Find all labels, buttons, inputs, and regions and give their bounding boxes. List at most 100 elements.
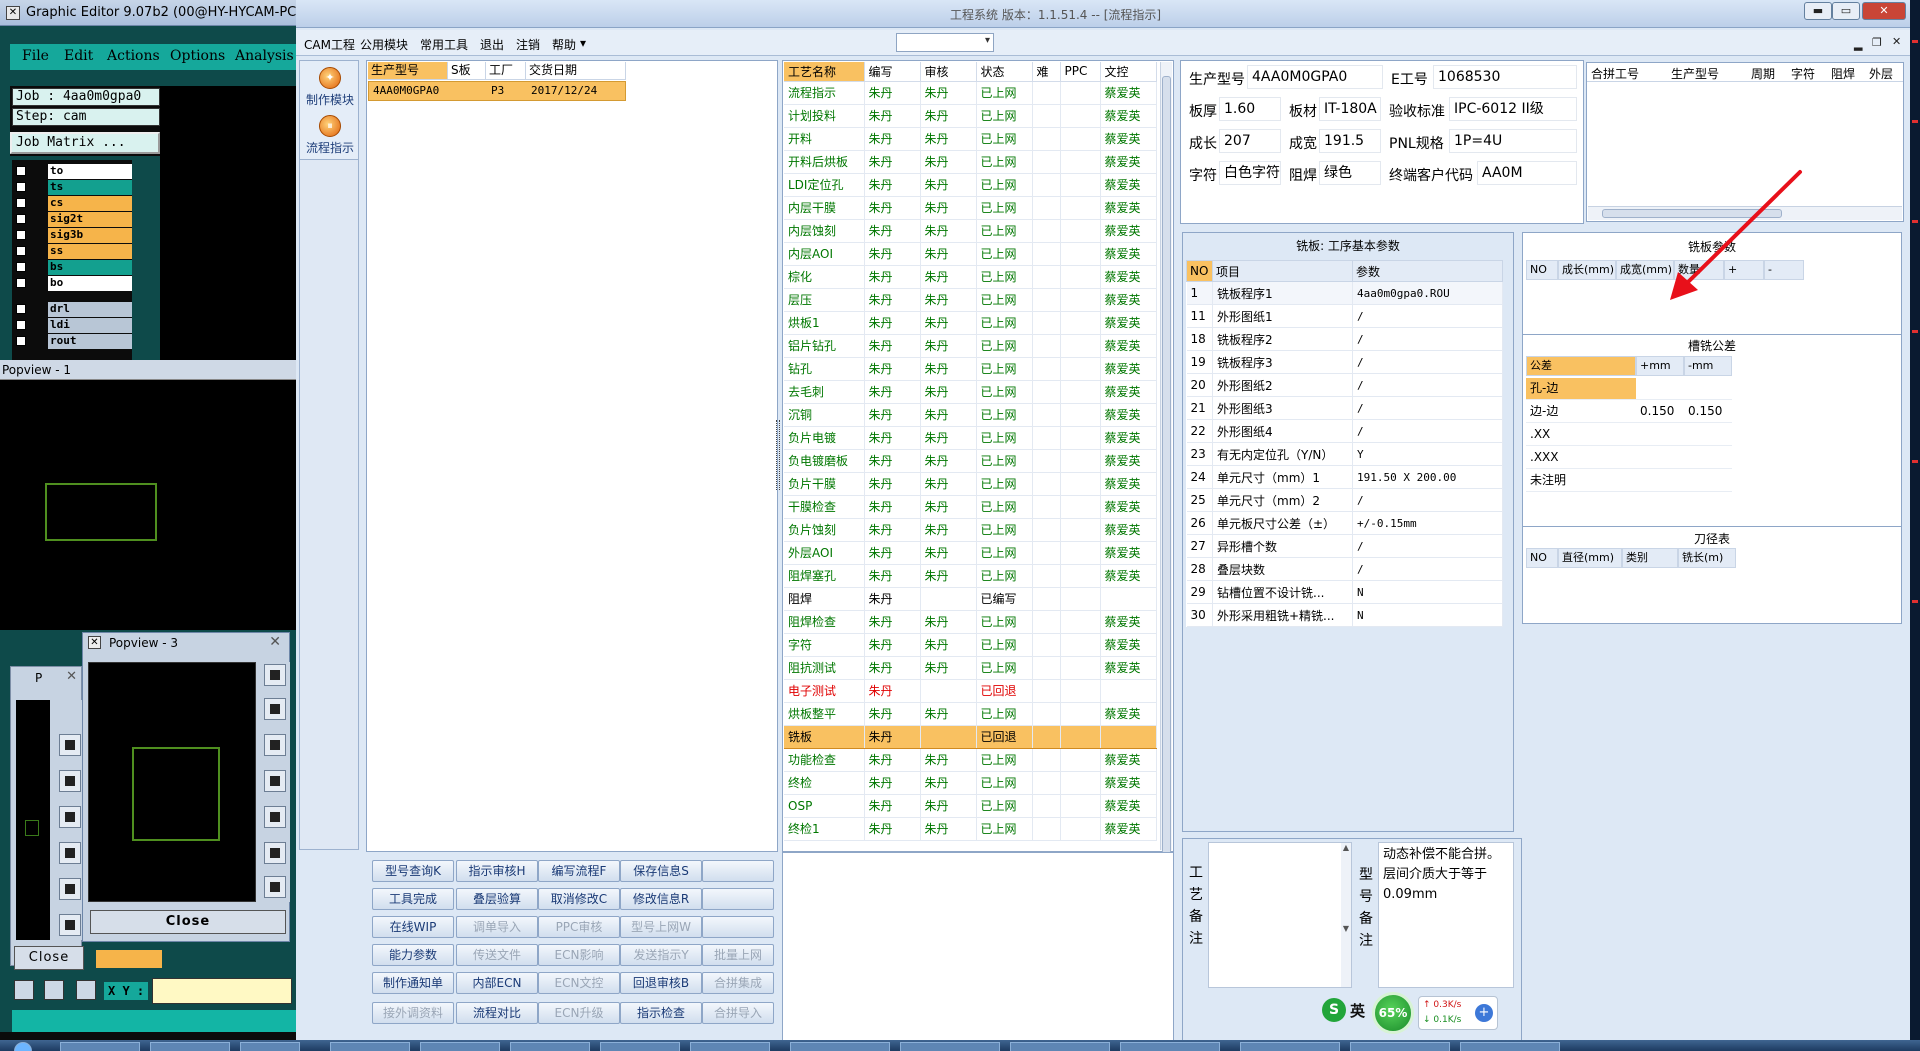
field-char[interactable]: 白色字符 xyxy=(1219,161,1281,185)
col-no[interactable]: NO xyxy=(1186,260,1213,282)
process-row[interactable]: 铝片钻孔 朱丹 朱丹 已上网 蔡爱英 xyxy=(784,334,1157,358)
col-ppc[interactable]: PPC xyxy=(1060,62,1101,82)
menu-edit[interactable]: Edit xyxy=(64,48,93,64)
mill-row[interactable]: 20 外形图纸2/ xyxy=(1186,373,1503,397)
taskbar-item[interactable] xyxy=(790,1042,890,1051)
scrollbar-thumb[interactable] xyxy=(1162,76,1171,856)
grid-icon[interactable] xyxy=(76,980,96,1000)
menu-cam[interactable]: CAM工程 xyxy=(304,36,355,53)
layer-name[interactable]: rout xyxy=(48,334,132,349)
action-button[interactable]: 指示审核H xyxy=(456,860,538,882)
col-no[interactable]: NO xyxy=(1526,548,1558,568)
menu-exit[interactable]: 退出 xyxy=(480,36,504,53)
col-combine-model[interactable]: 生产型号 xyxy=(1671,65,1719,82)
taskbar-item[interactable] xyxy=(1120,1042,1220,1051)
layer-row[interactable]: ts xyxy=(14,180,132,195)
process-row[interactable]: 负电镀磨板 朱丹 朱丹 已上网 蔡爱英 xyxy=(784,449,1157,473)
col-combine-outer[interactable]: 外层 xyxy=(1869,65,1893,82)
field-thickness[interactable]: 1.60 xyxy=(1219,97,1281,121)
taskbar-item[interactable] xyxy=(510,1042,590,1051)
taskbar-item[interactable] xyxy=(1350,1042,1450,1051)
mill-row[interactable]: 26 单元板尺寸公差（±） +/-0.15mm xyxy=(1186,511,1503,535)
mill-row[interactable]: 19 铣板程序3/ xyxy=(1186,350,1503,374)
popview-2-close-button[interactable]: Close xyxy=(14,946,84,970)
menu-logout[interactable]: 注销 xyxy=(516,36,540,53)
process-row[interactable]: 计划投料 朱丹 朱丹 已上网 蔡爱英 xyxy=(784,104,1157,128)
taskbar-item[interactable] xyxy=(900,1042,1000,1051)
action-button[interactable]: 工具完成 xyxy=(372,888,454,910)
menu-actions[interactable]: Actions xyxy=(107,48,160,64)
menu-analysis[interactable]: Analysis xyxy=(235,48,294,64)
cell-tol-minus[interactable]: 0.150 xyxy=(1684,401,1732,423)
process-row[interactable]: 负片蚀刻 朱丹 朱丹 已上网 蔡爱英 xyxy=(784,518,1157,542)
field-model[interactable]: 4AA0M0GPA0 xyxy=(1247,65,1383,89)
mill-row[interactable]: 21 外形图纸3/ xyxy=(1186,396,1503,420)
taskbar-item[interactable] xyxy=(600,1042,680,1051)
taskbar-item[interactable] xyxy=(1010,1042,1110,1051)
layer-name[interactable]: sig3b xyxy=(48,228,132,243)
redraw-icon[interactable] xyxy=(264,842,286,864)
layer-name[interactable]: sig2t xyxy=(48,212,132,227)
process-row[interactable]: 负片电镀 朱丹 朱丹 已上网 蔡爱英 xyxy=(784,426,1157,450)
field-mask[interactable]: 绿色 xyxy=(1319,161,1381,185)
layer-row[interactable]: bs xyxy=(14,260,132,275)
close-icon[interactable]: ✕ xyxy=(1862,2,1906,20)
taskbar-item[interactable] xyxy=(420,1042,500,1051)
process-row[interactable]: 去毛刺 朱丹 朱丹 已上网 蔡爱英 xyxy=(784,380,1157,404)
layer-checkbox[interactable] xyxy=(16,262,26,272)
layer-row[interactable]: cs xyxy=(14,196,132,211)
col-mill-length[interactable]: 铣长(m) xyxy=(1678,548,1736,568)
mdi-close-icon[interactable]: ✕ xyxy=(1892,35,1901,48)
process-row[interactable]: 沉铜 朱丹 朱丹 已上网 蔡爱英 xyxy=(784,403,1157,427)
zoom-out-icon[interactable] xyxy=(264,806,286,828)
measure-icon[interactable] xyxy=(44,980,64,1000)
col-no[interactable]: NO xyxy=(1526,260,1558,280)
minimize-icon[interactable]: ▬ xyxy=(1804,2,1832,20)
plus-icon[interactable]: + xyxy=(1475,1004,1493,1022)
process-row[interactable]: 阻焊 朱丹 已编写 xyxy=(784,587,1157,611)
process-row[interactable]: 层压 朱丹 朱丹 已上网 蔡爱英 xyxy=(784,288,1157,312)
grid-icon[interactable] xyxy=(264,876,286,898)
process-row[interactable]: 阻焊检查 朱丹 朱丹 已上网 蔡爱英 xyxy=(784,610,1157,634)
process-row[interactable]: OSP 朱丹 朱丹 已上网 蔡爱英 xyxy=(784,794,1157,818)
process-row[interactable]: 内层蚀刻 朱丹 朱丹 已上网 蔡爱英 xyxy=(784,219,1157,243)
cell-tol-minus[interactable] xyxy=(1684,470,1732,492)
action-button[interactable]: 指示检查 xyxy=(620,1002,702,1024)
layer-checkbox[interactable] xyxy=(16,246,26,256)
layer-checkbox[interactable] xyxy=(16,166,26,176)
action-button[interactable]: ECN升级 xyxy=(538,1002,620,1024)
layer-name[interactable]: to xyxy=(48,164,132,179)
action-button[interactable]: 取消修改C xyxy=(538,888,620,910)
process-row[interactable]: 内层AOI 朱丹 朱丹 已上网 蔡爱英 xyxy=(784,242,1157,266)
process-row[interactable]: 铣板 朱丹 已回退 xyxy=(784,724,1157,749)
process-scrollbar[interactable] xyxy=(1160,62,1172,856)
process-row[interactable]: 外层AOI 朱丹 朱丹 已上网 蔡爱英 xyxy=(784,541,1157,565)
menu-common-module[interactable]: 公用模块 xyxy=(360,36,408,53)
layer-name[interactable]: ldi xyxy=(48,318,132,333)
action-button[interactable] xyxy=(702,916,774,938)
action-button[interactable] xyxy=(702,888,774,910)
layer-row[interactable]: bo xyxy=(14,276,132,291)
process-remark-textarea[interactable]: ▲ ▼ xyxy=(1208,842,1352,988)
menu-combobox[interactable] xyxy=(896,33,994,52)
menu-file[interactable]: File xyxy=(22,48,49,64)
col-writer[interactable]: 编写 xyxy=(864,62,921,82)
layer-row[interactable]: drl xyxy=(14,302,132,317)
mill-row[interactable]: 22 外形图纸4/ xyxy=(1186,419,1503,443)
process-row[interactable]: 阻焊塞孔 朱丹 朱丹 已上网 蔡爱英 xyxy=(784,564,1157,588)
action-button[interactable]: 接外调资料 xyxy=(372,1002,454,1024)
mill-row[interactable]: 29 钻槽位置不设计铣... N xyxy=(1186,580,1503,604)
action-button[interactable]: 型号查询K xyxy=(372,860,454,882)
process-row[interactable]: 流程指示 朱丹 朱丹 已上网 蔡爱英 xyxy=(784,81,1157,105)
action-button[interactable]: 叠层验算 xyxy=(456,888,538,910)
mill-row[interactable]: 18 铣板程序2/ xyxy=(1186,327,1503,351)
layer-row[interactable]: sig3b xyxy=(14,228,132,243)
mill-row[interactable]: 1 铣板程序1 4aa0m0gpa0.ROU xyxy=(1186,281,1503,305)
select-icon[interactable] xyxy=(14,980,34,1000)
col-type[interactable]: 类别 xyxy=(1622,548,1678,568)
layer-name[interactable]: cs xyxy=(48,196,132,211)
action-button[interactable]: ECN影响 xyxy=(538,944,620,966)
action-button[interactable]: 流程对比 xyxy=(456,1002,538,1024)
process-row[interactable]: 电子测试 朱丹 已回退 xyxy=(784,679,1157,703)
layer-checkbox[interactable] xyxy=(16,182,26,192)
